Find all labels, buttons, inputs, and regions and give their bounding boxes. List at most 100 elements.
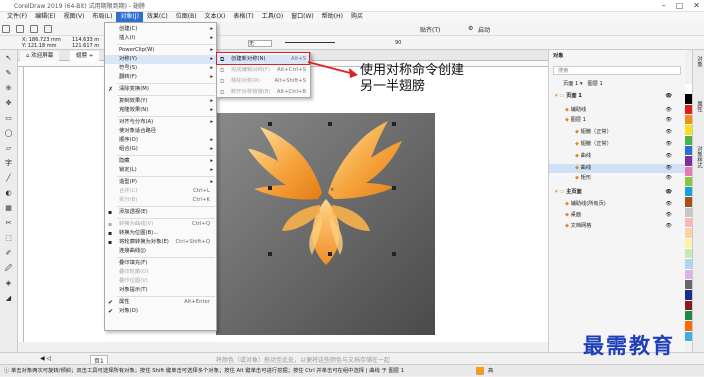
menu-12[interactable]: 购买	[347, 12, 367, 22]
color-swatch[interactable]	[685, 94, 692, 105]
object-tree-row[interactable]: ◆ 图层 1 👁	[549, 116, 686, 125]
visibility-icon[interactable]: 👁	[665, 116, 672, 125]
selection-handle[interactable]	[268, 186, 272, 190]
menu-1[interactable]: 编辑(E)	[31, 12, 59, 22]
tab-wings[interactable]: 翅膀 +	[70, 51, 100, 61]
tool-icon[interactable]: ↖	[3, 54, 14, 63]
color-swatch[interactable]	[685, 166, 692, 177]
object-tree-row[interactable]: ◆ 辅助线(所有页) 👁	[549, 200, 686, 209]
close-icon[interactable]: ✕	[693, 1, 700, 10]
color-swatch[interactable]	[685, 114, 692, 126]
object-tree-row[interactable]: ◆ 辅助线 👁	[549, 106, 686, 115]
docker-tab[interactable]: 属性	[695, 101, 703, 112]
selection-handle[interactable]	[392, 186, 396, 190]
object-menu-item[interactable]: 叠印填充(F)	[105, 259, 216, 268]
menu-10[interactable]: 窗口(W)	[287, 12, 318, 22]
object-menu-item[interactable]: 隐藏 ▸	[105, 157, 216, 166]
docker-tab[interactable]: 对象	[695, 56, 703, 67]
object-menu-item[interactable]: 对称(Y) ▸	[105, 55, 216, 64]
page-nav-arrows-icon[interactable]: ◀ ◁	[40, 355, 51, 362]
wing-artwork[interactable]: ×	[216, 113, 435, 335]
color-swatch[interactable]	[685, 228, 692, 239]
outline-style[interactable]	[285, 42, 335, 43]
docker-tab[interactable]: 对象样式	[695, 146, 703, 168]
object-menu-item[interactable]: 拆分(B) Ctrl+K	[105, 196, 216, 205]
color-swatch[interactable]	[685, 84, 692, 95]
selection-handle[interactable]	[392, 252, 396, 256]
close-tab-icon[interactable]: +	[89, 53, 94, 59]
object-menu-item[interactable]: 连接曲线(J)	[105, 247, 216, 256]
selection-handle[interactable]	[328, 122, 332, 126]
color-swatch[interactable]	[685, 321, 692, 332]
object-menu-item[interactable]: 组合(G) ▸	[105, 145, 216, 154]
color-swatch[interactable]	[685, 238, 692, 249]
color-swatch[interactable]	[685, 290, 692, 301]
tool-icon[interactable]: ✎	[3, 69, 14, 78]
object-tree-row[interactable]: ◆ 翅膀（正常） 👁	[549, 128, 686, 137]
menu-2[interactable]: 视图(V)	[60, 12, 89, 22]
color-swatch[interactable]	[685, 125, 692, 136]
visibility-icon[interactable]: 👁	[665, 174, 672, 183]
document-page[interactable]: ×	[216, 113, 435, 335]
object-menu-item[interactable]: 转换为位图(B)... ▪	[105, 229, 216, 238]
object-menu-item[interactable]: 对齐与分布(A) ▸	[105, 118, 216, 127]
tool-icon[interactable]: ⊕	[3, 84, 14, 93]
tool-icon[interactable]: ◢	[3, 294, 14, 303]
tool-icon[interactable]: ⬚	[3, 234, 14, 243]
menu-4[interactable]: 对象(J)	[116, 12, 143, 22]
menu-5[interactable]: 效果(C)	[143, 12, 172, 22]
object-menu-item[interactable]: 清除变换(M) ✗	[105, 85, 216, 94]
visibility-icon[interactable]: 👁	[665, 106, 672, 115]
color-swatch[interactable]	[685, 156, 692, 167]
tab-welcome[interactable]: ⌂ 欢迎屏幕	[20, 51, 60, 61]
tool-icon[interactable]: ✂	[3, 219, 14, 228]
object-menu-item[interactable]: 使对象适合路径	[105, 127, 216, 136]
object-tree-row[interactable]: ◆ 曲线 👁	[549, 152, 686, 161]
color-swatch[interactable]	[685, 269, 692, 280]
visibility-icon[interactable]: 👁	[665, 222, 672, 231]
tool-icon[interactable]: ▦	[3, 204, 14, 213]
object-menu-item[interactable]: 翻转(F) ▸	[105, 73, 216, 82]
color-swatch[interactable]	[685, 218, 692, 229]
angle-field[interactable]: 90	[395, 40, 401, 46]
color-swatch[interactable]	[685, 197, 692, 208]
object-menu-item[interactable]: 将轮廓转换为对象(E) ▪ Ctrl+Shift+Q	[105, 238, 216, 247]
menu-8[interactable]: 表格(T)	[229, 12, 257, 22]
visibility-icon[interactable]: 👁	[665, 152, 672, 161]
object-menu-item[interactable]: 顺序(O) ▸	[105, 136, 216, 145]
color-swatch[interactable]	[685, 135, 692, 146]
color-swatch[interactable]	[685, 104, 692, 115]
object-menu-item[interactable]: 属性 ✔ Alt+Enter	[105, 298, 216, 307]
object-menu-item[interactable]: 复制效果(Y) ▸	[105, 97, 216, 106]
visibility-icon[interactable]: 👁	[665, 164, 672, 173]
selection-handle[interactable]	[268, 252, 272, 256]
print-icon[interactable]	[43, 25, 52, 33]
object-menu-item[interactable]: 插入(I) ▸	[105, 34, 216, 43]
tool-icon[interactable]: ◈	[3, 279, 14, 288]
visibility-icon[interactable]: 👁	[665, 188, 672, 197]
menu-6[interactable]: 位图(B)	[172, 12, 201, 22]
visibility-icon[interactable]: 👁	[665, 140, 672, 149]
object-tree-row[interactable]: ◆ 矩形 👁	[549, 174, 686, 183]
open-icon[interactable]	[15, 25, 24, 33]
object-tree-row[interactable]: ▾ ▭ 主页面 👁	[549, 188, 686, 197]
selection-handle[interactable]	[268, 122, 272, 126]
object-tree-row[interactable]: ◆ 曲线 👁	[549, 164, 686, 173]
object-menu-item[interactable]: 合并(C) Ctrl+L	[105, 187, 216, 196]
color-swatch[interactable]	[685, 259, 692, 270]
tool-icon[interactable]: 字	[3, 159, 14, 168]
color-swatch[interactable]	[685, 279, 692, 291]
gear-icon[interactable]: ⚙	[468, 25, 473, 32]
menu-3[interactable]: 布局(L)	[88, 12, 116, 22]
y-coord[interactable]: Y: 121.18 mm	[22, 43, 57, 49]
menu-7[interactable]: 文本(X)	[201, 12, 230, 22]
object-menu-item[interactable]: 叠印位图(V)	[105, 277, 216, 286]
menu-11[interactable]: 帮助(H)	[318, 12, 347, 22]
color-swatch[interactable]	[685, 300, 692, 311]
symmetry-menu-item[interactable]: ⧉ 移除对称(R) Alt+Shift+S	[217, 77, 310, 86]
object-menu-item[interactable]: 对象(O) ✔	[105, 307, 216, 316]
object-menu-item[interactable]: PowerClip(W) ▸	[105, 46, 216, 55]
color-swatch[interactable]	[685, 145, 692, 157]
attach-label[interactable]: 贴齐(T)	[420, 25, 440, 34]
color-swatch[interactable]	[685, 187, 692, 198]
